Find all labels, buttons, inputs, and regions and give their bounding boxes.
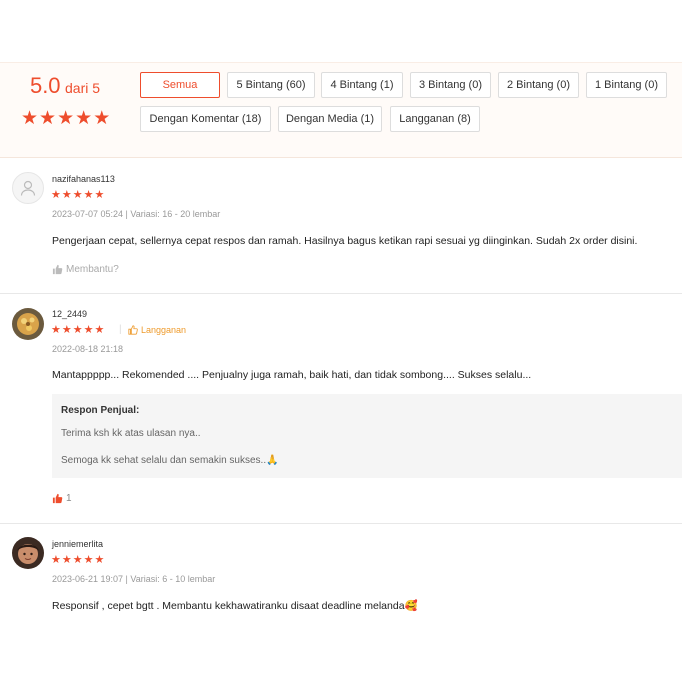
thumbs-up-icon [52,264,63,275]
filter-with-media[interactable]: Dengan Media (1) [278,106,382,132]
star-icon: ★ [51,324,61,336]
seller-response-line: Terima ksh kk atas ulasan nya.. [61,428,201,439]
star-icon: ★ [51,554,61,566]
filter-5-star[interactable]: 5 Bintang (60) [227,72,315,98]
avatar[interactable] [12,172,44,204]
helpful-label: Membantu? [66,264,119,275]
seller-response-line: Semoga kk sehat selalu dan semakin sukse… [61,455,279,466]
star-icon: ★ [72,189,83,201]
subscription-badge: Langganan [128,325,186,335]
rating-summary: 5.0 dari 5 ★ ★ ★ ★ ★ Semua 5 Bintang (60… [0,62,682,158]
star-icon: ★ [94,554,105,566]
star-icon: ★ [83,189,94,201]
overall-score: 5.0 dari 5 [20,73,110,99]
avatar[interactable] [12,308,44,340]
filter-with-comment[interactable]: Dengan Komentar (18) [140,106,271,132]
review-username[interactable]: nazifahanas113 [52,174,115,184]
subscription-badge-label: Langganan [141,325,187,335]
review-username[interactable]: 12_2449 [52,309,87,319]
review-stars: ★ ★ ★ ★ ★ [51,555,104,566]
review-stars: ★ ★ ★ ★ ★ [51,190,104,201]
thumbs-up-outline-icon [128,325,138,335]
review-content: Mantappppp... Rekomended .... Penjualny … [52,369,532,381]
star-icon: ★ [83,324,94,336]
seller-response-title: Respon Penjual: [61,405,140,416]
star-icon: ★ [83,554,94,566]
seller-response: Respon Penjual: Terima ksh kk atas ulasa… [52,394,682,478]
review-item: jenniemerlita ★ ★ ★ ★ ★ 2023-06-21 19:07… [0,524,682,644]
star-icon: ★ [61,189,72,201]
star-icon: ★ [61,554,72,566]
review-meta: 2022-08-18 21:18 [52,344,124,354]
review-item: nazifahanas113 ★ ★ ★ ★ ★ 2023-07-07 05:2… [0,158,682,294]
star-icon: ★ [21,108,39,129]
avatar-image [12,308,44,340]
divider: | [119,324,122,335]
filter-2-star[interactable]: 2 Bintang (0) [498,72,579,98]
helpful-button[interactable]: Membantu? [52,264,119,275]
avatar[interactable] [12,537,44,569]
star-icon: ★ [51,189,61,201]
filter-subscription[interactable]: Langganan (8) [390,106,480,132]
review-item: 12_2449 ★ ★ ★ ★ ★ | Langganan 2022-08-18… [0,294,682,524]
avatar-image [12,537,44,569]
helpful-count: 1 [66,493,72,504]
star-icon: ★ [57,108,75,129]
review-content: Pengerjaan cepat, sellernya cepat respos… [52,235,638,247]
helpful-button[interactable]: 1 [52,493,72,504]
star-icon: ★ [61,324,72,336]
score-value: 5.0 [29,73,61,98]
filter-1-star[interactable]: 1 Bintang (0) [586,72,667,98]
filter-4-star[interactable]: 4 Bintang (1) [321,72,403,98]
review-content: Responsif , cepet bgtt . Membantu kekhaw… [52,600,418,612]
star-icon: ★ [39,108,57,129]
star-icon: ★ [72,324,83,336]
star-icon: ★ [94,189,105,201]
star-icon: ★ [72,554,83,566]
star-icon: ★ [93,108,111,129]
thumbs-up-icon [52,493,63,504]
review-username[interactable]: jenniemerlita [52,539,103,549]
review-meta: 2023-07-07 05:24 | Variasi: 16 - 20 lemb… [52,209,221,219]
overall-stars: ★ ★ ★ ★ ★ [21,109,110,128]
star-icon: ★ [94,324,105,336]
review-stars: ★ ★ ★ ★ ★ [51,325,104,336]
filter-3-star[interactable]: 3 Bintang (0) [410,72,491,98]
score-suffix: dari 5 [65,80,101,96]
star-icon: ★ [75,108,93,129]
review-meta: 2023-06-21 19:07 | Variasi: 6 - 10 lemba… [52,574,216,584]
user-placeholder-icon [20,180,36,196]
filter-all[interactable]: Semua [140,72,220,98]
